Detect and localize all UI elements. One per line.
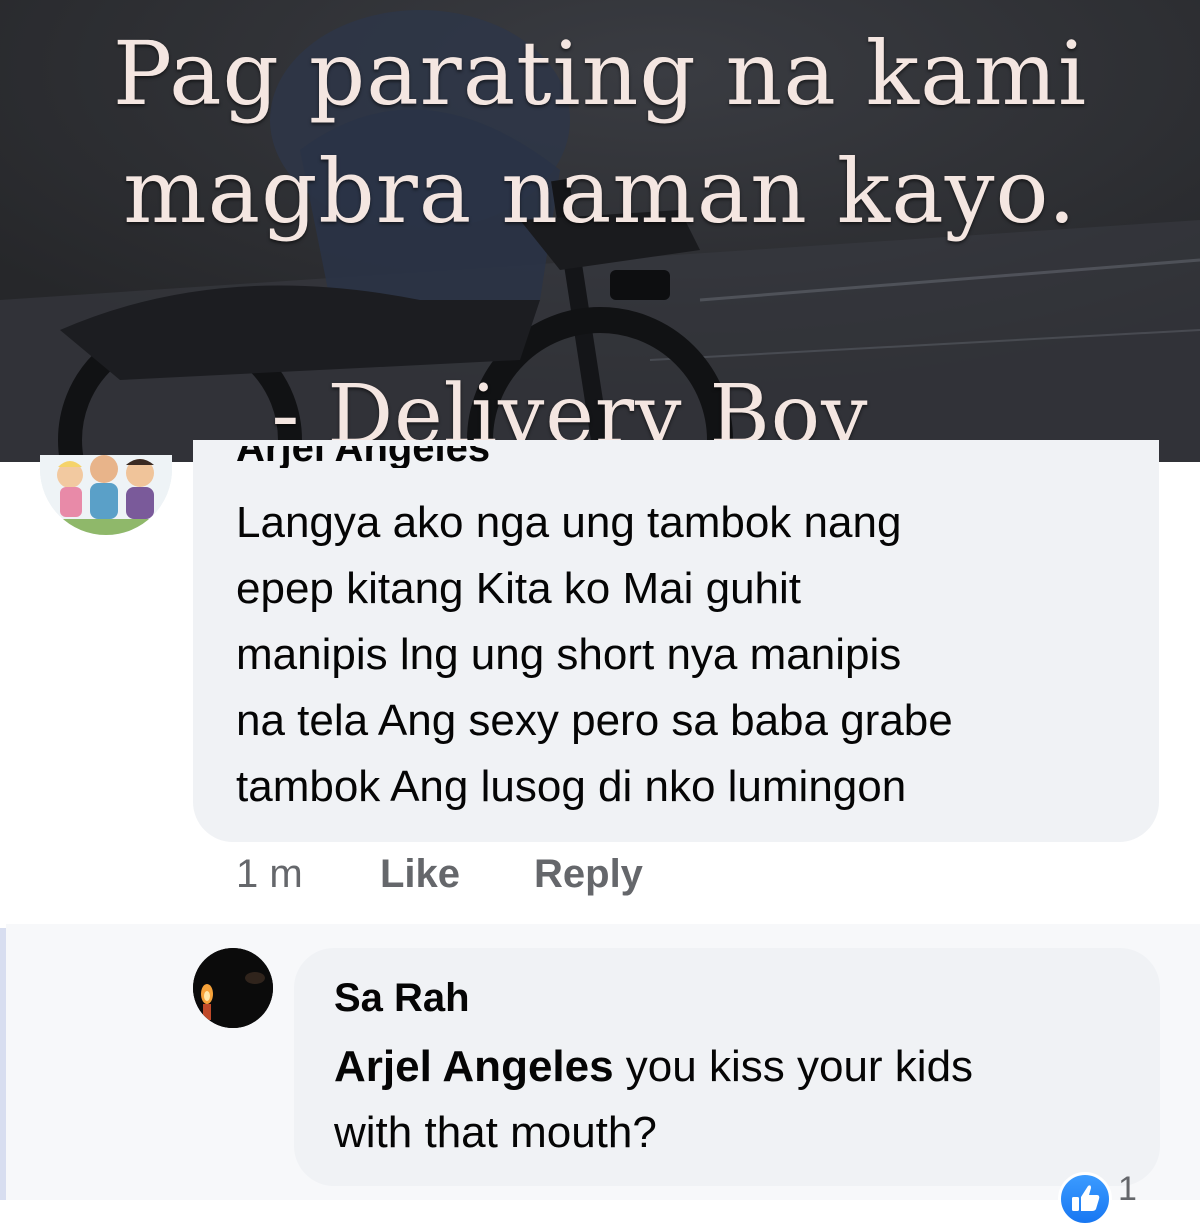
meme-image: Pag parating na kami magbra naman kayo. … (0, 0, 1200, 462)
comment-text-line: epep kitang Kita ko Mai guhit (236, 564, 802, 613)
thumbs-up-glyph (1072, 1185, 1100, 1211)
reply-thread-line (0, 928, 6, 1200)
reply-text-fragment: you kiss your kids (613, 1042, 974, 1091)
meme-caption-line-2: magbra naman kayo. (123, 140, 1077, 243)
meme-caption-line-1: Pag parating na kami (112, 22, 1088, 125)
reply-author-avatar[interactable] (193, 948, 273, 1028)
like-button[interactable]: Like (380, 852, 460, 897)
comment-text-line: tambok Ang lusog di nko lumingon (236, 762, 907, 811)
reply-button[interactable]: Reply (534, 852, 643, 897)
candle-avatar-icon (193, 948, 273, 1028)
comment-text-line: Langya ako nga ung tambok nang (236, 498, 902, 547)
comment-text-line: na tela Ang sexy pero sa baba grabe (236, 696, 953, 745)
comment-timestamp[interactable]: 1 m (236, 852, 303, 897)
commenter-avatar[interactable] (40, 455, 172, 535)
reply-author-name[interactable]: Sa Rah (334, 976, 470, 1021)
comment-text-line: manipis lng ung short nya manipis (236, 630, 902, 679)
cartoon-family-avatar-icon (40, 455, 172, 535)
comment-author-name[interactable]: Arjel Angeles (236, 446, 490, 468)
comment-text: Langya ako nga ung tambok nang epep kita… (236, 490, 1136, 820)
thumbs-up-icon[interactable] (1058, 1172, 1112, 1226)
reply-text-line-1: Arjel Angeles you kiss your kids (334, 1034, 1134, 1100)
reply-text-line-2: with that mouth? (334, 1108, 657, 1157)
mention-link[interactable]: Arjel Angeles (334, 1042, 614, 1091)
reply-text: Arjel Angeles you kiss your kids with th… (334, 1034, 1134, 1166)
reaction-count[interactable]: 1 (1118, 1170, 1137, 1209)
